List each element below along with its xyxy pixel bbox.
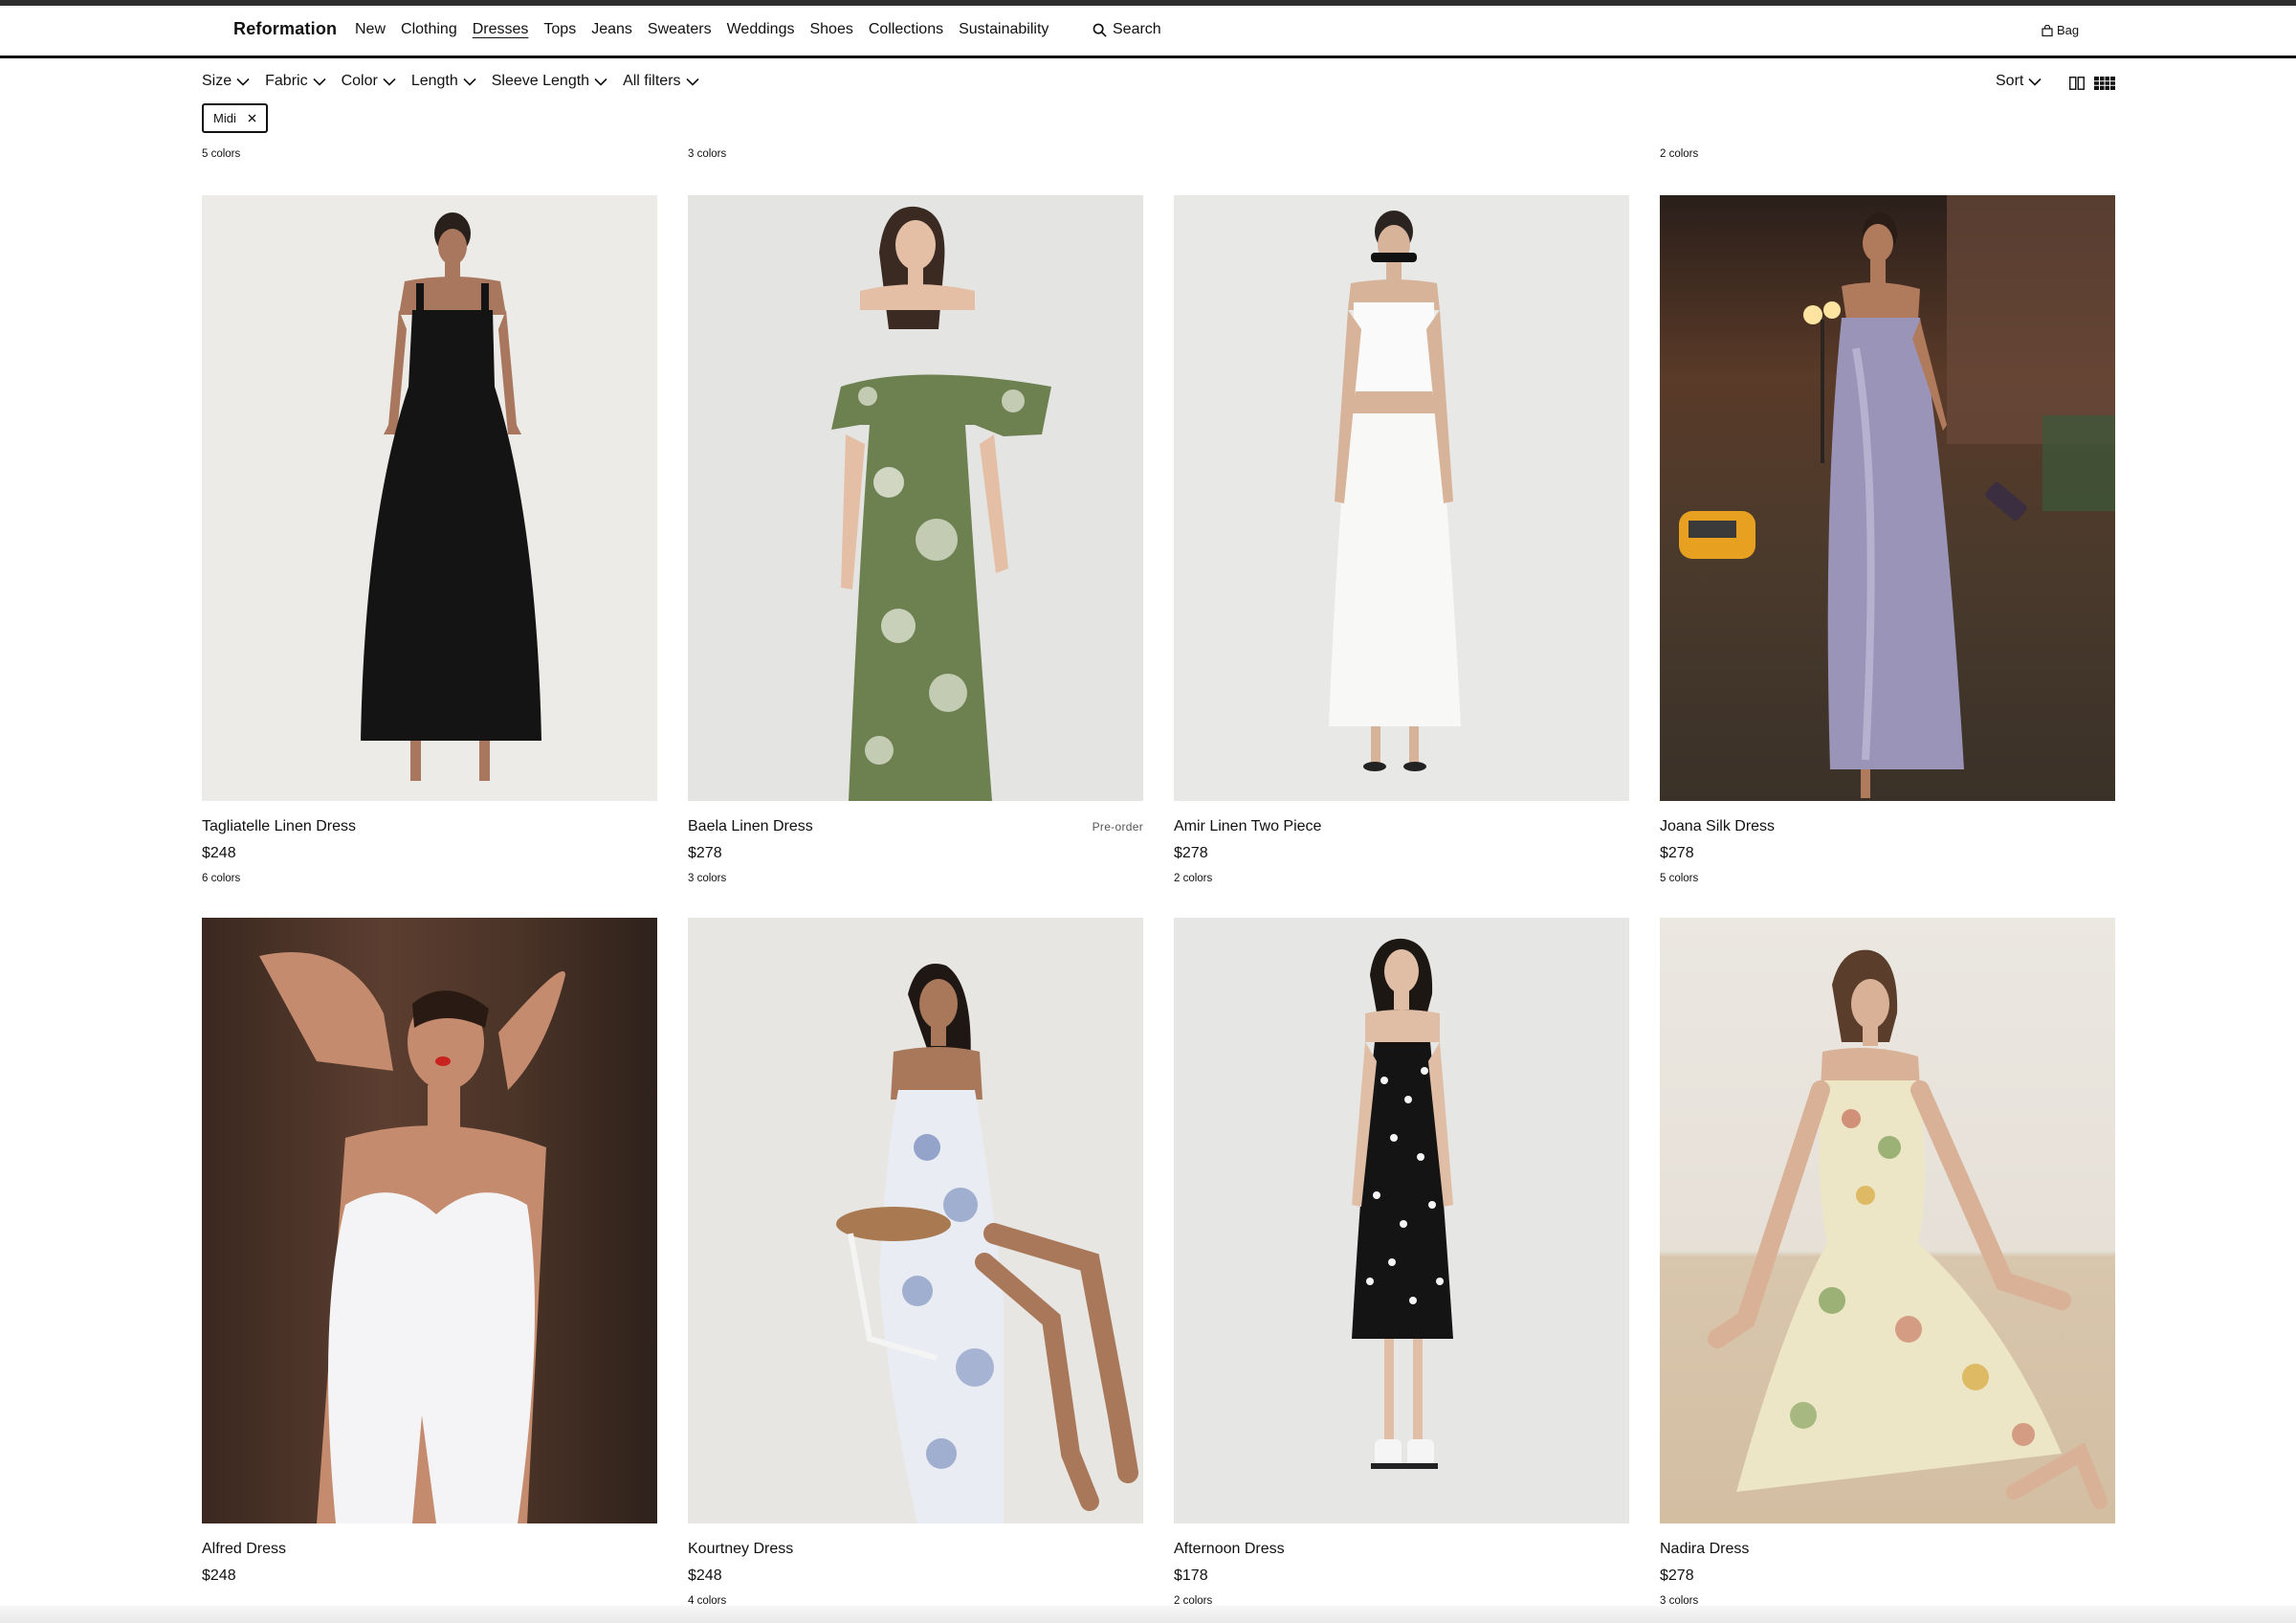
product-price: $278 [1660,845,1694,861]
site-header: Reformation New Clothing Dresses Tops Je… [0,6,2296,58]
sort-label: Sort [1996,73,2024,89]
view-toggles [2069,77,2115,90]
product-price: $278 [1660,1567,1694,1584]
chevron-down-icon [685,78,699,86]
product-name[interactable]: Joana Silk Dress [1660,818,1775,835]
product-card[interactable]: Nadira Dress $278 3 colors [1660,918,2115,1607]
filter-color-label: Color [341,73,378,89]
product-image[interactable] [688,918,1143,1523]
filter-all[interactable]: All filters [623,73,699,90]
product-colors[interactable]: 3 colors [688,873,726,884]
filter-all-label: All filters [623,73,681,89]
chevron-down-icon [236,78,250,86]
nav-item-sweaters[interactable]: Sweaters [648,21,712,38]
bag-button[interactable]: Bag [2042,23,2079,37]
product-name[interactable]: Afternoon Dress [1174,1541,1285,1558]
search-icon [1093,23,1107,37]
search-button[interactable]: Search [1093,21,1161,38]
product-name[interactable]: Nadira Dress [1660,1541,1749,1558]
product-card[interactable]: Alfred Dress $248 [202,918,657,1584]
nav-item-sustainability[interactable]: Sustainability [959,21,1049,38]
filter-color[interactable]: Color [342,73,396,90]
active-filter-chip[interactable]: Midi [202,103,268,133]
chevron-down-icon [594,78,607,86]
chip-label: Midi [213,111,236,125]
filter-sleeve-length[interactable]: Sleeve Length [492,73,607,90]
main-nav: New Clothing Dresses Tops Jeans Sweaters… [355,21,1049,38]
product-name[interactable]: Alfred Dress [202,1541,286,1558]
product-name[interactable]: Kourtney Dress [688,1541,793,1558]
product-name[interactable]: Baela Linen Dress [688,818,813,835]
product-price: $278 [688,845,722,861]
nav-item-weddings[interactable]: Weddings [727,21,795,38]
filter-fabric[interactable]: Fabric [265,73,326,90]
filter-size-label: Size [202,73,232,89]
browser-bottom-edge [0,1606,2296,1623]
chevron-down-icon [313,78,326,86]
nav-item-shoes[interactable]: Shoes [809,21,852,38]
product-image[interactable] [1660,195,2115,801]
product-card[interactable]: Joana Silk Dress $278 5 colors [1660,195,2115,884]
product-card[interactable]: Baela Linen Dress Pre-order $278 3 color… [688,195,1143,884]
nav-item-dresses[interactable]: Dresses [473,21,529,38]
bag-icon [2042,24,2053,36]
product-image[interactable] [202,918,657,1523]
product-card[interactable]: Amir Linen Two Piece $278 2 colors [1174,195,1629,884]
nav-item-jeans[interactable]: Jeans [591,21,632,38]
filter-length-label: Length [410,73,458,89]
previous-row-colors-1: 5 colors [202,148,241,160]
product-price: $248 [202,845,236,861]
filter-bar: Size Fabric Color Length Sleeve Length A… [202,73,699,90]
brand-logo[interactable]: Reformation [233,19,337,39]
product-colors[interactable]: 5 colors [1660,873,1698,884]
product-colors[interactable]: 2 colors [1174,873,1212,884]
close-icon[interactable] [248,114,256,122]
filter-sleeve-length-label: Sleeve Length [491,73,590,89]
previous-row-colors-4: 2 colors [1660,148,1699,160]
product-price: $178 [1174,1567,1208,1584]
bag-label: Bag [2057,23,2080,37]
nav-item-tops[interactable]: Tops [543,21,576,38]
chevron-down-icon [383,78,396,86]
product-image[interactable] [202,195,657,801]
product-price: $248 [202,1567,236,1584]
product-card[interactable]: Kourtney Dress $248 4 colors [688,918,1143,1607]
filter-fabric-label: Fabric [265,73,308,89]
nav-item-clothing[interactable]: Clothing [401,21,457,38]
product-colors[interactable]: 6 colors [202,873,240,884]
product-name[interactable]: Tagliatelle Linen Dress [202,818,356,835]
product-price: $278 [1174,845,1208,861]
previous-row-colors-2: 3 colors [688,148,727,160]
nav-item-collections[interactable]: Collections [869,21,943,38]
product-image[interactable] [1660,918,2115,1523]
product-image[interactable] [688,195,1143,801]
search-label: Search [1113,21,1161,37]
product-price: $248 [688,1567,722,1584]
sort-dropdown[interactable]: Sort [1996,73,2042,90]
filter-size[interactable]: Size [202,73,250,90]
preorder-badge: Pre-order [1092,820,1143,834]
product-card[interactable]: Tagliatelle Linen Dress $248 6 colors [202,195,657,884]
chevron-down-icon [2028,78,2042,86]
product-image[interactable] [1174,195,1629,801]
product-card[interactable]: Afternoon Dress $178 2 colors [1174,918,1629,1607]
chevron-down-icon [463,78,476,86]
nav-item-new[interactable]: New [355,21,386,38]
product-image[interactable] [1174,918,1629,1523]
grid-two-column-icon[interactable] [2069,77,2085,90]
filter-length[interactable]: Length [411,73,476,90]
product-name[interactable]: Amir Linen Two Piece [1174,818,1321,835]
grid-four-column-icon[interactable] [2094,77,2115,90]
